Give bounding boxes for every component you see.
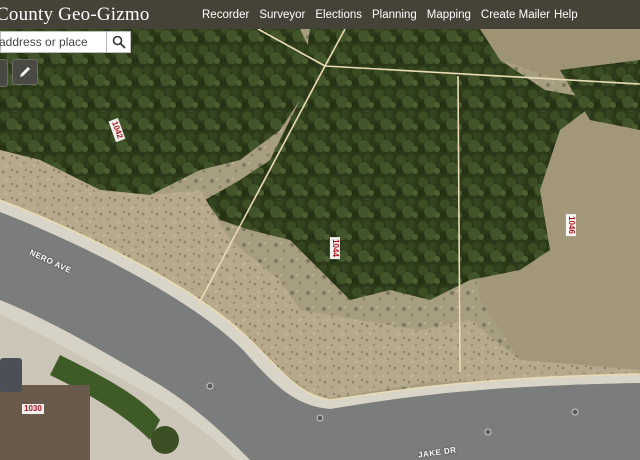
nav-mapping[interactable]: Mapping <box>427 9 471 21</box>
search-input[interactable] <box>0 32 104 52</box>
app-header: County Geo-Gizmo Recorder Surveyor Elect… <box>0 0 640 29</box>
search-button[interactable] <box>106 31 131 53</box>
draw-tool-button[interactable] <box>12 59 38 85</box>
nav-surveyor[interactable]: Surveyor <box>259 9 305 21</box>
map-tool-button[interactable] <box>0 59 8 87</box>
nav-create-mailer[interactable]: Create Mailer <box>481 9 550 21</box>
lot-label-1030[interactable]: 1030 <box>22 404 44 414</box>
nav-planning[interactable]: Planning <box>372 9 417 21</box>
manhole <box>206 382 214 390</box>
app-title: County Geo-Gizmo <box>0 3 150 25</box>
pencil-icon <box>20 67 30 77</box>
main-nav: Recorder Surveyor Elections Planning Map… <box>202 0 588 29</box>
aerial-map[interactable]: 1042 1044 1046 1030 NERO AVE JAKE DR <box>0 29 640 460</box>
aerial-imagery <box>0 29 640 460</box>
search-box <box>0 31 106 53</box>
search-icon <box>112 35 125 49</box>
nav-help[interactable]: Help <box>554 9 578 21</box>
manhole <box>571 408 579 416</box>
lot-label-1044[interactable]: 1044 <box>329 237 340 259</box>
manhole <box>484 428 492 436</box>
house-roof <box>0 385 90 460</box>
manhole <box>316 414 324 422</box>
tree <box>151 426 179 454</box>
nav-recorder[interactable]: Recorder <box>202 9 249 21</box>
lot-label-1046[interactable]: 1046 <box>565 214 576 236</box>
nav-elections[interactable]: Elections <box>315 9 362 21</box>
parked-car <box>0 358 22 392</box>
